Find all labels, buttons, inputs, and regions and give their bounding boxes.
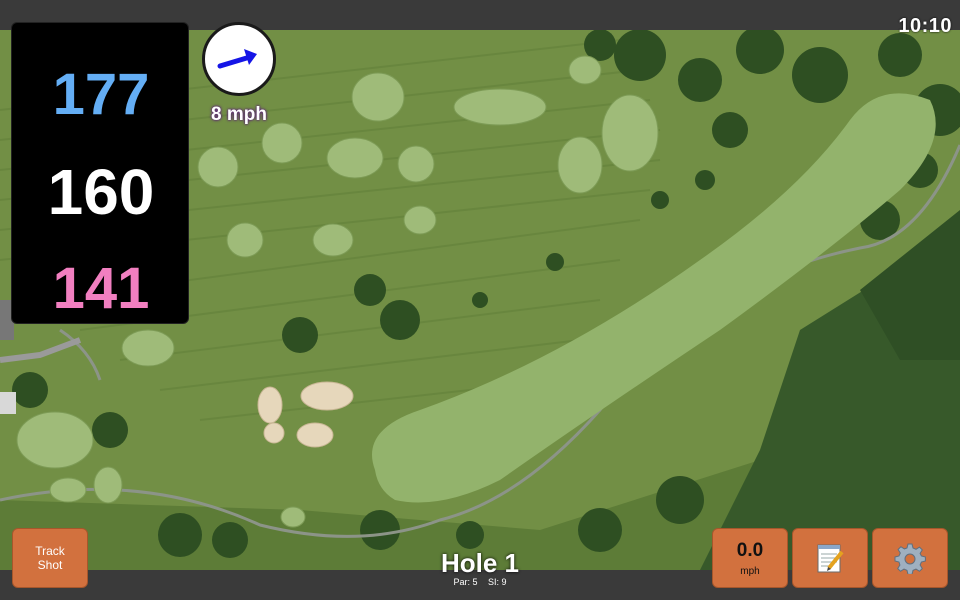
wind-arrow-icon (217, 49, 257, 69)
notes-button[interactable] (792, 528, 868, 588)
speed-value: 0.0 (736, 539, 764, 561)
distance-back: 177 (52, 62, 150, 127)
speed-unit: mph (740, 565, 760, 577)
hole-meta: Par: 5 SI: 9 (400, 577, 560, 587)
hole-title: Hole 1 (440, 548, 520, 578)
wind-indicator[interactable] (202, 22, 276, 96)
hole-stroke-index: SI: 9 (488, 577, 507, 587)
wind-speed: 8 mph (211, 104, 267, 125)
track-shot-button[interactable]: Track Shot (12, 528, 88, 588)
settings-button[interactable] (872, 528, 948, 588)
hole-par: Par: 5 (453, 577, 478, 587)
speed-button[interactable]: 0.0 mph (712, 528, 788, 588)
gear-icon (894, 543, 926, 574)
distance-center: 160 (47, 156, 155, 228)
track-shot-label-line2: Shot (37, 558, 63, 572)
distance-front: 141 (52, 256, 150, 321)
distance-panel[interactable]: 177 160 141 (11, 22, 189, 324)
notepad-icon (817, 544, 844, 573)
status-clock: 10:10 (898, 15, 952, 37)
track-shot-label-line1: Track (35, 544, 65, 558)
